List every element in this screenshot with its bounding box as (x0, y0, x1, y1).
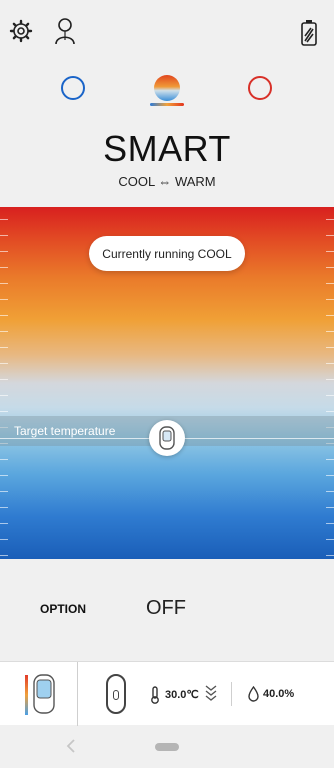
device-outline-icon (106, 674, 126, 714)
back-chevron-icon[interactable] (64, 738, 78, 754)
scale-tick (326, 235, 334, 236)
scale-tick (0, 555, 8, 556)
scale-tick (0, 507, 8, 508)
device-thumbnail[interactable] (0, 662, 78, 726)
scale-tick (0, 347, 8, 348)
color-scale-strip (25, 675, 28, 715)
person-icon[interactable] (52, 16, 78, 46)
mode-cool-button[interactable] (61, 76, 85, 100)
scale-tick (326, 331, 334, 332)
scale-tick (326, 283, 334, 284)
top-bar (0, 0, 334, 60)
scale-tick (0, 267, 8, 268)
target-temperature-slider-handle[interactable] (149, 420, 185, 456)
scale-tick (326, 251, 334, 252)
scale-tick (326, 379, 334, 380)
scale-tick (326, 395, 334, 396)
mode-smart-button[interactable] (154, 75, 180, 101)
scale-tick (0, 379, 8, 380)
water-drop-icon (248, 686, 259, 702)
home-pill[interactable] (155, 743, 179, 751)
scale-tick (0, 363, 8, 364)
scale-tick (0, 299, 8, 300)
scale-tick (326, 491, 334, 492)
scale-tick (0, 283, 8, 284)
device-icon (32, 674, 55, 714)
battery-icon (298, 18, 320, 48)
mode-subtitle: COOL ⇔ WARM (118, 174, 216, 189)
device-status-bar: 30.0℃ 40.0% (0, 661, 334, 726)
mode-warm-button[interactable] (248, 76, 272, 100)
scale-tick (326, 555, 334, 556)
running-status-pill: Currently running COOL (89, 236, 245, 271)
target-temperature-label: Target temperature (14, 424, 116, 438)
device-icon (159, 426, 175, 450)
scale-tick (0, 411, 8, 412)
scale-tick (326, 523, 334, 524)
humidity-value: 40.0% (263, 688, 295, 700)
scale-tick (0, 235, 8, 236)
system-nav-bar (0, 726, 334, 768)
selected-mode-indicator (150, 103, 184, 106)
scale-tick (326, 267, 334, 268)
option-label: OPTION (40, 602, 87, 616)
thermometer-icon (151, 686, 159, 704)
gear-icon[interactable] (8, 18, 34, 44)
scale-tick (0, 315, 8, 316)
temperature-value: 30.0℃ (165, 689, 199, 701)
scale-tick (326, 475, 334, 476)
chevrons-down-icon (205, 685, 217, 701)
scale-tick (0, 523, 8, 524)
scale-tick (0, 459, 8, 460)
scale-tick (326, 299, 334, 300)
scale-tick (0, 219, 8, 220)
scale-tick (0, 491, 8, 492)
scale-tick (326, 363, 334, 364)
scale-tick (0, 395, 8, 396)
scale-tick (0, 331, 8, 332)
scale-tick (326, 411, 334, 412)
scale-tick (0, 539, 8, 540)
scale-tick (0, 475, 8, 476)
scale-tick (326, 539, 334, 540)
scale-tick (326, 315, 334, 316)
scale-tick (0, 251, 8, 252)
mode-title: SMART (103, 128, 231, 169)
scale-tick (326, 219, 334, 220)
scale-tick (326, 459, 334, 460)
scale-tick (326, 507, 334, 508)
mode-selector (0, 72, 334, 106)
option-value-toggle[interactable]: OFF (146, 597, 186, 620)
divider (231, 682, 232, 706)
scale-tick (326, 347, 334, 348)
